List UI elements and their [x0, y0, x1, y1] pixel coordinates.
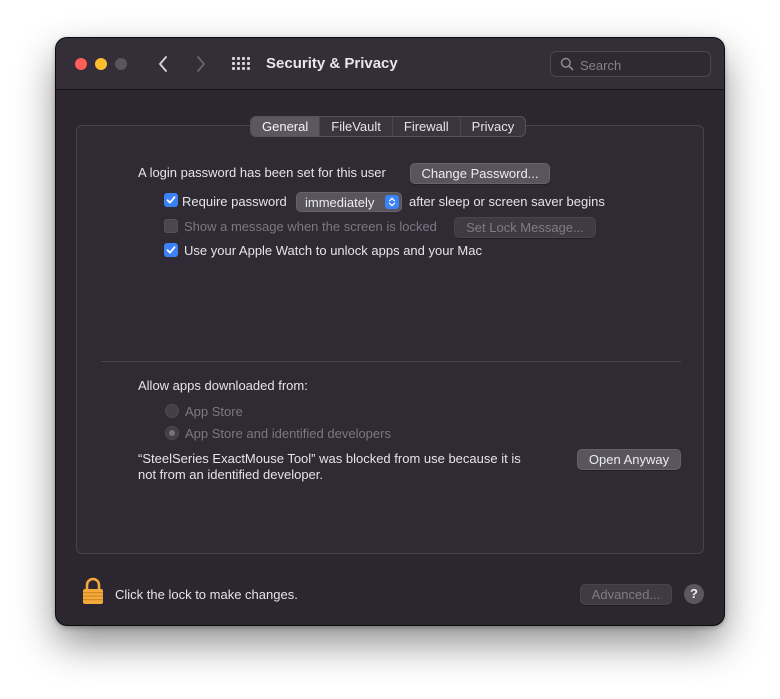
open-anyway-button[interactable]: Open Anyway: [577, 449, 681, 470]
blocked-message-line2: not from an identified developer.: [138, 467, 324, 482]
checkmark-icon: [166, 196, 176, 204]
tab-privacy[interactable]: Privacy: [461, 117, 526, 136]
password-delay-value: immediately: [305, 195, 375, 210]
search-field[interactable]: [550, 51, 711, 77]
login-password-text: A login password has been set for this u…: [138, 165, 386, 180]
require-password-label: Require password: [182, 194, 287, 209]
chevron-left-icon: [159, 56, 167, 72]
section-divider: [101, 361, 681, 362]
radio-app-store-label: App Store: [185, 404, 243, 419]
require-password-suffix: after sleep or screen saver begins: [409, 194, 605, 209]
close-window-button[interactable]: [75, 58, 87, 70]
apple-watch-checkbox[interactable]: [164, 243, 178, 257]
lock-icon[interactable]: [82, 577, 104, 610]
lock-status-text: Click the lock to make changes.: [115, 587, 298, 602]
apple-watch-label: Use your Apple Watch to unlock apps and …: [184, 243, 482, 258]
tab-general[interactable]: General: [251, 117, 321, 136]
zoom-window-button[interactable]: [115, 58, 127, 70]
show-message-checkbox[interactable]: [164, 219, 178, 233]
set-lock-message-button[interactable]: Set Lock Message...: [454, 217, 596, 238]
help-button[interactable]: ?: [684, 584, 704, 604]
change-password-button[interactable]: Change Password...: [410, 163, 550, 184]
back-button[interactable]: [152, 52, 174, 76]
forward-button[interactable]: [190, 52, 212, 76]
tab-filevault[interactable]: FileVault: [320, 117, 393, 136]
window-title: Security & Privacy: [266, 55, 398, 72]
advanced-button[interactable]: Advanced...: [580, 584, 672, 605]
up-down-arrows-icon: [385, 195, 399, 209]
blocked-message-line1: “SteelSeries ExactMouse Tool” was blocke…: [138, 451, 521, 466]
radio-identified-developers[interactable]: [165, 426, 179, 440]
search-input[interactable]: [580, 55, 705, 75]
chevron-right-icon: [197, 56, 205, 72]
title-bar: Security & Privacy: [56, 38, 724, 90]
tab-bar: General FileVault Firewall Privacy: [250, 116, 527, 137]
radio-app-store[interactable]: [165, 404, 179, 418]
allow-apps-heading: Allow apps downloaded from:: [138, 378, 308, 393]
tab-firewall[interactable]: Firewall: [393, 117, 461, 136]
password-delay-popup[interactable]: immediately: [296, 192, 402, 212]
preferences-window: Security & Privacy General FileVault Fir…: [56, 38, 724, 625]
minimize-window-button[interactable]: [95, 58, 107, 70]
show-all-grid-icon[interactable]: [232, 56, 250, 72]
require-password-checkbox[interactable]: [164, 193, 178, 207]
checkmark-icon: [166, 246, 176, 254]
show-message-label: Show a message when the screen is locked: [184, 219, 437, 234]
general-panel: [76, 125, 704, 554]
radio-identified-developers-label: App Store and identified developers: [185, 426, 391, 441]
search-icon: [560, 57, 574, 71]
